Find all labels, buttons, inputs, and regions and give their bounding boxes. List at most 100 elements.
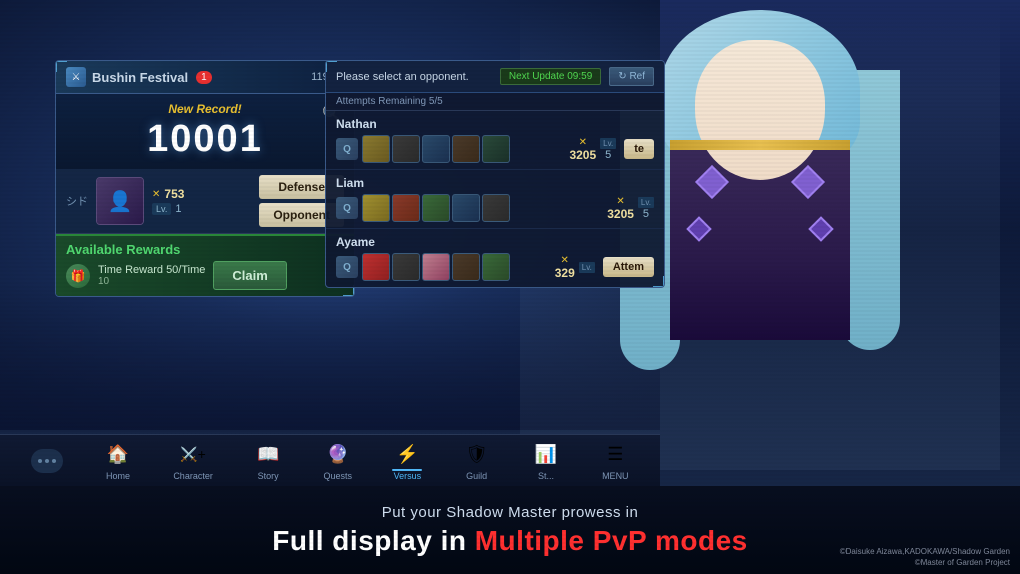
tagline-white-text: Full display in xyxy=(272,525,474,556)
char-eyes xyxy=(710,95,810,117)
pvp-char-1-3 xyxy=(452,194,480,222)
nav-quests[interactable]: 🔮 Quests xyxy=(323,441,352,481)
pvp-attempts-value: 5/5 xyxy=(429,96,443,107)
nav-story-label: Story xyxy=(258,471,279,481)
pvp-score-0: ✕ 3205 xyxy=(569,137,596,162)
versus-icon: ⚡ xyxy=(393,441,421,469)
score-area: New Record! 10001 🔍 xyxy=(56,94,354,169)
rewards-info: Time Reward 50/Time 10 xyxy=(98,264,205,287)
player-info: シド 👤 ✕ 753 Lv. 1 Defense Opponent xyxy=(56,169,354,234)
menu-icon: ☰ xyxy=(601,441,629,469)
pvp-attempts: Attempts Remaining 5/5 xyxy=(326,93,664,111)
pvp-char-2-4 xyxy=(482,253,510,281)
bushin-icon: ⚔ xyxy=(66,67,86,87)
pvp-attempts-label: Attempts Remaining xyxy=(336,96,426,107)
pvp-score-2: ✕ 329 xyxy=(555,255,575,280)
char-eye-right xyxy=(782,95,810,117)
panel-corner-tl xyxy=(55,60,67,72)
rewards-section: Available Rewards 🎁 Time Reward 50/Time … xyxy=(56,234,354,296)
panel-title: Bushin Festival xyxy=(92,70,188,85)
versus-active-indicator xyxy=(392,469,422,471)
pvp-lv-label-1: Lv. xyxy=(638,197,654,208)
copyright-line-2: ©Master of Garden Project xyxy=(840,557,1010,568)
score-icon: ✕ xyxy=(152,189,160,200)
pvp-char-0-2 xyxy=(422,135,450,163)
pvp-char-0-4 xyxy=(482,135,510,163)
char-diamond-2 xyxy=(791,165,825,199)
pvp-opponent-name-1: Liam xyxy=(336,176,654,190)
rewards-text: Time Reward 50/Time xyxy=(98,264,205,276)
pvp-challenge-btn-2[interactable]: Attem xyxy=(603,257,654,277)
nav-menu-label: MENU xyxy=(602,471,629,481)
pvp-panel: Please select an opponent. Next Update 0… xyxy=(325,60,665,288)
bottom-navigation: 🏠 Home ⚔️+ Character 📖 Story 🔮 Quests ⚡ … xyxy=(0,434,660,486)
pvp-char-1-2 xyxy=(422,194,450,222)
char-diamond-4 xyxy=(808,216,833,241)
lv-label: Lv. xyxy=(152,203,171,215)
nav-home-label: Home xyxy=(106,471,130,481)
pvp-q-icon-2: Q xyxy=(336,256,358,278)
pvp-lv-0: Lv. 5 xyxy=(600,138,616,161)
char-diamond-1 xyxy=(695,165,729,199)
pvp-timer-label: Next Update xyxy=(509,71,565,82)
pvp-lv-label-2: Lv. xyxy=(579,262,595,273)
pvp-challenge-btn-0[interactable]: te xyxy=(624,139,654,159)
player-label: シド xyxy=(66,193,88,209)
pvp-opponent-1: Liam Q ✕ 3205 Lv. 5 xyxy=(326,170,664,229)
pvp-char-2-2 xyxy=(422,253,450,281)
copyright-line-1: ©Daisuke Aizawa,KADOKAWA/Shadow Garden xyxy=(840,546,1010,557)
nav-character[interactable]: ⚔️+ Character xyxy=(173,441,213,481)
nav-more-dots xyxy=(31,449,63,473)
claim-button[interactable]: Claim xyxy=(213,261,286,290)
pvp-char-2-3 xyxy=(452,253,480,281)
nav-stats[interactable]: 📊 St... xyxy=(532,441,560,481)
pvp-opponent-row-0: Q ✕ 3205 Lv. 5 te xyxy=(336,135,654,163)
nav-guild-label: Guild xyxy=(466,471,487,481)
pvp-char-0-3 xyxy=(452,135,480,163)
home-icon: 🏠 xyxy=(104,441,132,469)
stat-row-score: ✕ 753 xyxy=(152,187,259,201)
nav-stats-label: St... xyxy=(538,471,554,481)
nav-guild[interactable]: 🛡 Guild xyxy=(463,441,491,481)
pvp-header: Please select an opponent. Next Update 0… xyxy=(326,61,664,93)
rewards-icon: 🎁 xyxy=(66,264,90,288)
pvp-score-icon-0: ✕ xyxy=(579,137,587,148)
pvp-lv-2: Lv. xyxy=(579,262,595,273)
pvp-refresh-button[interactable]: ↻ Ref xyxy=(609,67,654,86)
pvp-opponent-row-1: Q ✕ 3205 Lv. 5 xyxy=(336,194,654,222)
left-panel: ⚔ Bushin Festival 1 119,38 New Record! 1… xyxy=(55,60,355,297)
time-count: 50/Time xyxy=(166,264,205,276)
pvp-char-1-4 xyxy=(482,194,510,222)
pvp-score-1: ✕ 3205 xyxy=(607,196,634,221)
nav-menu[interactable]: ☰ MENU xyxy=(601,441,629,481)
char-diamond-3 xyxy=(686,216,711,241)
pvp-char-0-1 xyxy=(392,135,420,163)
pvp-char-2-0 xyxy=(362,253,390,281)
pvp-score-val-1: 3205 xyxy=(607,207,634,221)
stats-icon: 📊 xyxy=(532,441,560,469)
tagline-subtitle: Put your Shadow Master prowess in xyxy=(382,504,639,521)
character-icon: ⚔️+ xyxy=(179,441,207,469)
nav-dot-2 xyxy=(45,459,49,463)
nav-more-btn[interactable] xyxy=(31,449,63,473)
pvp-corner-br xyxy=(653,276,665,288)
pvp-chars-2 xyxy=(362,253,547,281)
pvp-opponent-name-2: Ayame xyxy=(336,235,654,249)
nav-home[interactable]: 🏠 Home xyxy=(104,441,132,481)
quests-icon: 🔮 xyxy=(324,441,352,469)
pvp-lv-val-1: 5 xyxy=(643,208,649,220)
nav-versus[interactable]: ⚡ Versus xyxy=(393,441,421,481)
stat-score-val: 753 xyxy=(164,187,184,201)
stat-row-lv: Lv. 1 xyxy=(152,203,259,215)
pvp-score-val-0: 3205 xyxy=(569,148,596,162)
rewards-row: 🎁 Time Reward 50/Time 10 Claim xyxy=(66,261,344,290)
guild-icon: 🛡 xyxy=(463,441,491,469)
rewards-title: Available Rewards xyxy=(66,242,344,257)
pvp-char-2-1 xyxy=(392,253,420,281)
nav-story[interactable]: 📖 Story xyxy=(254,441,282,481)
pvp-char-1-1 xyxy=(392,194,420,222)
char-face xyxy=(695,40,825,180)
pvp-lv-1: Lv. 5 xyxy=(638,197,654,220)
pvp-score-val-2: 329 xyxy=(555,266,575,280)
pvp-timer-value: 09:59 xyxy=(567,71,592,82)
